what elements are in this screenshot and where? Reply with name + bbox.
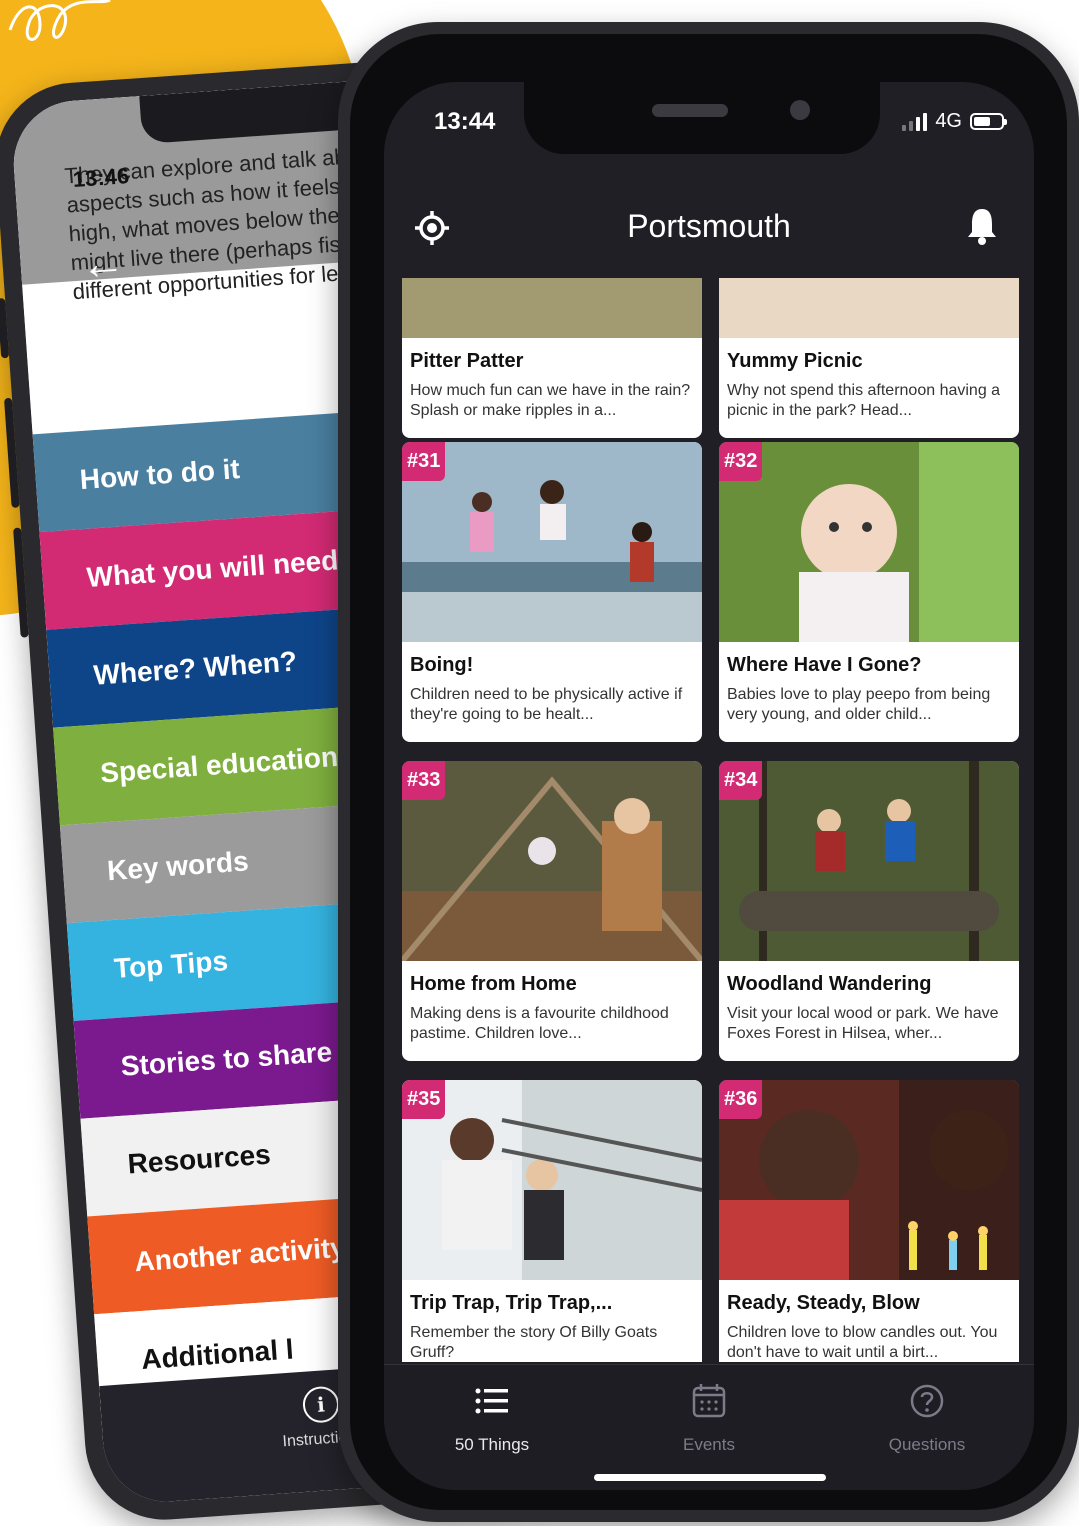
activity-number-badge: #32: [719, 442, 763, 481]
front-phone: 13:44 4G Portsmouth Pitter Patter How mu…: [338, 22, 1079, 1522]
calendar-icon: [609, 1381, 809, 1421]
info-icon: i: [301, 1385, 341, 1424]
activity-photo: [719, 761, 1019, 961]
tab-questions[interactable]: Questions: [827, 1381, 1027, 1455]
activity-description: Children love to blow candles out. You d…: [727, 1324, 998, 1361]
network-label: 4G: [935, 110, 962, 132]
question-icon: [827, 1381, 1027, 1421]
side-button: [0, 297, 10, 359]
activity-title: Pitter Patter: [410, 350, 524, 372]
activity-photo: [402, 442, 702, 642]
activity-number-badge: #36: [719, 1080, 763, 1119]
activity-card[interactable]: #33 Home from Home Making dens is a favour…: [402, 761, 702, 1061]
tab-label: Questions: [888, 1435, 966, 1454]
home-indicator[interactable]: [594, 1474, 826, 1481]
activity-photo: [402, 278, 702, 338]
app-header: Portsmouth: [384, 192, 1034, 262]
list-icon: [392, 1381, 592, 1421]
battery-icon: [970, 113, 1007, 130]
activity-card[interactable]: #36 Ready, Steady, Blow Children love to b…: [719, 1080, 1019, 1362]
doodle-decoration: [8, 0, 111, 41]
tab-50-things[interactable]: 50 Things: [392, 1381, 592, 1455]
activity-description: Remember the story Of Billy Goats Gruff?: [410, 1324, 658, 1361]
activity-description: Why not spend this afternoon having a pi…: [727, 382, 1001, 419]
status-time: 13:44: [434, 108, 496, 135]
tab-events[interactable]: Events: [609, 1381, 809, 1455]
camera: [790, 100, 810, 120]
activity-description: How much fun can we have in the rain? Sp…: [410, 382, 691, 419]
activity-card[interactable]: #31 Boing! Children need to be physically …: [402, 442, 702, 742]
activity-photo: [719, 442, 1019, 642]
activity-description: Children need to be physically active if…: [410, 686, 683, 723]
front-phone-screen: 13:44 4G Portsmouth Pitter Patter How mu…: [384, 82, 1034, 1490]
activity-title: Yummy Picnic: [727, 350, 863, 372]
bell-icon[interactable]: [964, 206, 1000, 246]
activity-card[interactable]: #34 Woodland Wandering Visit your local wo…: [719, 761, 1019, 1061]
activity-photo: [402, 761, 702, 961]
activity-title: Boing!: [410, 654, 474, 676]
tab-label: Events: [683, 1435, 735, 1454]
activity-photo: [719, 278, 1019, 338]
activity-photo: [402, 1080, 702, 1280]
page-title: Portsmouth: [627, 208, 791, 244]
activity-card[interactable]: Yummy Picnic Why not spend this afternoon…: [719, 278, 1019, 438]
activity-card[interactable]: #35 Trip Trap, Trip Trap,... Remember the …: [402, 1080, 702, 1362]
speaker: [652, 104, 728, 117]
activity-title: Trip Trap, Trip Trap,...: [410, 1292, 613, 1314]
activity-grid: Pitter Patter How much fun can we have in…: [402, 278, 1019, 1362]
phone-bezel: 13:44 4G Portsmouth Pitter Patter How mu…: [350, 34, 1067, 1510]
signal-icon: [902, 112, 928, 131]
activity-description: Making dens is a favourite childhood pas…: [410, 1005, 669, 1042]
notch: [524, 82, 880, 154]
activity-description: Babies love to play peepo from being ver…: [727, 686, 991, 723]
activity-photo: [719, 1080, 1019, 1280]
status-indicators: 4G: [902, 110, 1007, 133]
activity-card[interactable]: Pitter Patter How much fun can we have in…: [402, 278, 702, 438]
activity-title: Home from Home: [410, 973, 577, 995]
activity-number-badge: #31: [402, 442, 446, 481]
activity-card[interactable]: #32 Where Have I Gone? Babies love to play…: [719, 442, 1019, 742]
status-time: 13:46: [72, 163, 130, 192]
activity-number-badge: #35: [402, 1080, 446, 1119]
tab-label: 50 Things: [454, 1435, 530, 1454]
activity-title: Ready, Steady, Blow: [727, 1292, 920, 1314]
tab-bar: 50 Things Events Questions: [384, 1364, 1034, 1490]
activity-description: Visit your local wood or park. We have F…: [727, 1005, 999, 1042]
activity-number-badge: #33: [402, 761, 446, 800]
activity-title: Woodland Wandering: [727, 973, 932, 995]
activity-number-badge: #34: [719, 761, 763, 800]
activity-title: Where Have I Gone?: [727, 654, 922, 676]
arrow-left-icon[interactable]: ←: [79, 238, 126, 291]
